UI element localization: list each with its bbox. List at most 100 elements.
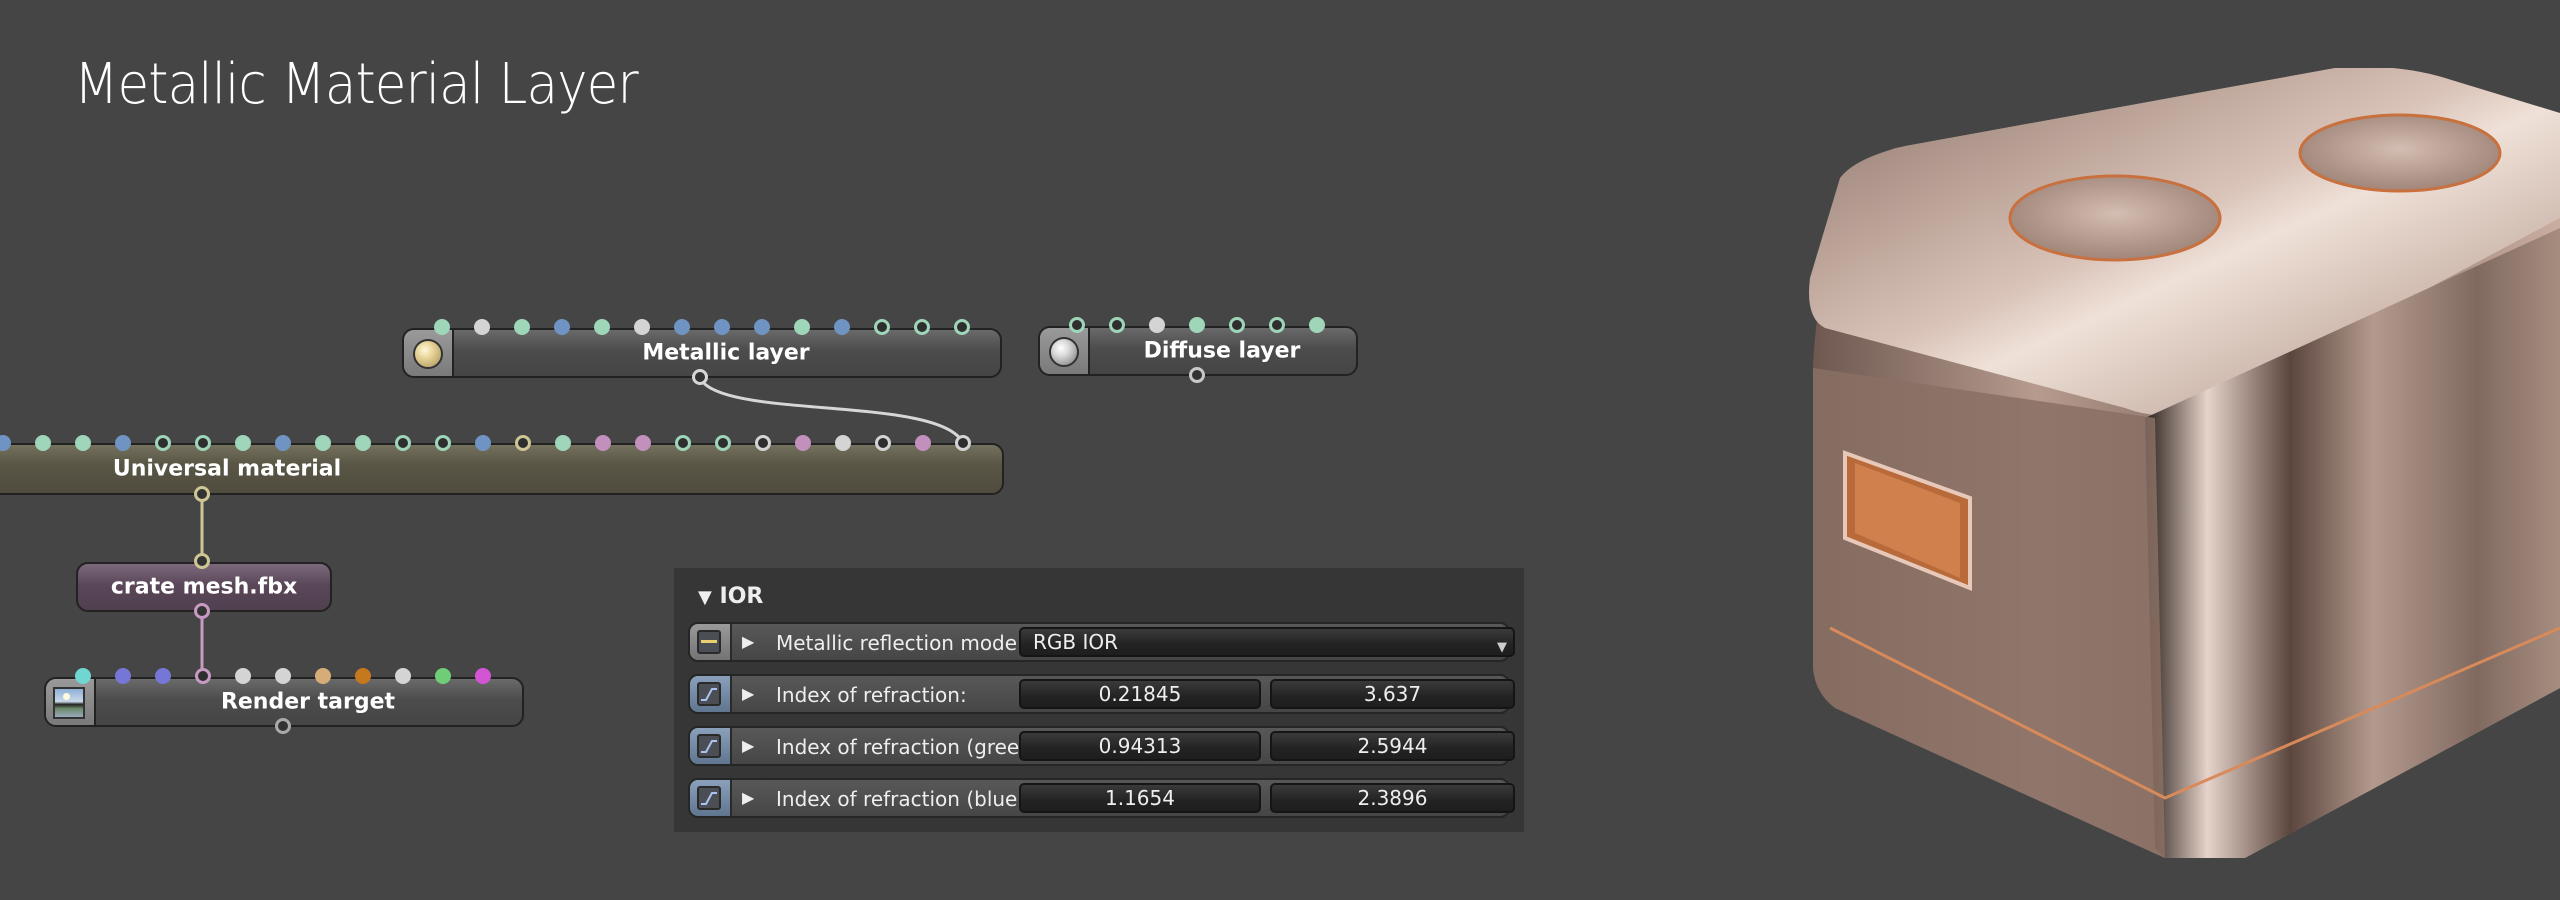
- input-pin[interactable]: [515, 435, 531, 451]
- input-pin[interactable]: [635, 435, 651, 451]
- input-pin[interactable]: [875, 435, 891, 451]
- attribute-row-ior: ▶ Index of refraction: 0.21845 3.637: [688, 674, 1515, 714]
- input-pin[interactable]: [315, 668, 331, 684]
- input-pin[interactable]: [475, 435, 491, 451]
- input-pin[interactable]: [1309, 317, 1325, 333]
- input-pin[interactable]: [195, 435, 211, 451]
- crate-mesh-output-pin[interactable]: [194, 603, 210, 619]
- input-pin[interactable]: [475, 668, 491, 684]
- section-title: IOR: [719, 584, 764, 609]
- attribute-row-reflection-mode: ▶ Metallic reflection mode: RGB IOR ▼: [688, 622, 1515, 662]
- input-pin[interactable]: [75, 668, 91, 684]
- input-pin[interactable]: [235, 668, 251, 684]
- expand-arrow-icon[interactable]: ▶: [742, 788, 754, 807]
- input-pin[interactable]: [714, 319, 730, 335]
- row-icon-cell[interactable]: [690, 624, 732, 660]
- universal-material-node[interactable]: Universal material: [0, 443, 1004, 495]
- universal-material-output-pin[interactable]: [194, 486, 210, 502]
- input-pin[interactable]: [1069, 317, 1085, 333]
- dropdown-arrow-icon: ▼: [1497, 640, 1507, 655]
- input-pin[interactable]: [835, 435, 851, 451]
- input-pin[interactable]: [754, 319, 770, 335]
- node-label: crate mesh.fbx: [110, 574, 298, 600]
- input-pin[interactable]: [395, 668, 411, 684]
- curve-icon: [697, 734, 721, 758]
- input-pin[interactable]: [474, 319, 490, 335]
- ior-blue-value-field-2[interactable]: 2.3896: [1270, 783, 1515, 813]
- input-pin[interactable]: [1229, 317, 1245, 333]
- input-pin[interactable]: [594, 319, 610, 335]
- input-pin[interactable]: [834, 319, 850, 335]
- input-pin[interactable]: [315, 435, 331, 451]
- node-icon-cell: [404, 330, 454, 376]
- reflection-mode-dropdown[interactable]: RGB IOR ▼: [1019, 627, 1515, 657]
- input-pin[interactable]: [1109, 317, 1125, 333]
- node-label: Render target: [220, 689, 396, 715]
- input-pin[interactable]: [434, 319, 450, 335]
- input-pin[interactable]: [794, 319, 810, 335]
- row-icon-cell[interactable]: [690, 728, 732, 764]
- input-pin[interactable]: [435, 668, 451, 684]
- ior-value-field-2[interactable]: 3.637: [1270, 679, 1515, 709]
- ior-value-field-1[interactable]: 0.21845: [1019, 679, 1261, 709]
- input-pin[interactable]: [395, 435, 411, 451]
- input-pin[interactable]: [1269, 317, 1285, 333]
- input-pin[interactable]: [1189, 317, 1205, 333]
- input-pin[interactable]: [955, 435, 971, 451]
- collapse-arrow-icon: ▼: [698, 587, 712, 608]
- input-pin[interactable]: [1149, 317, 1165, 333]
- input-pin[interactable]: [675, 435, 691, 451]
- input-pin[interactable]: [874, 319, 890, 335]
- wire-metallic-to-universal: [698, 377, 965, 444]
- attribute-row-ior-blue: ▶ Index of refraction (blue): 1.1654 2.3…: [688, 778, 1515, 818]
- render-preview-copper-crate: [1809, 68, 2560, 858]
- ior-panel: ▼ IOR ▶ Metallic reflection mode: RGB IO…: [674, 568, 1524, 832]
- input-pin[interactable]: [75, 435, 91, 451]
- node-label: Diffuse layer: [1143, 338, 1301, 364]
- input-pin[interactable]: [275, 668, 291, 684]
- row-label: Metallic reflection mode:: [776, 631, 1024, 655]
- input-pin[interactable]: [554, 319, 570, 335]
- row-icon-cell[interactable]: [690, 676, 732, 712]
- input-pin[interactable]: [155, 435, 171, 451]
- page-title: Metallic Material Layer: [74, 52, 639, 117]
- input-pin[interactable]: [954, 319, 970, 335]
- expand-arrow-icon[interactable]: ▶: [742, 632, 754, 651]
- crate-mesh-input-pin[interactable]: [194, 553, 210, 569]
- node-icon-cell: [1040, 328, 1090, 374]
- ior-section-header[interactable]: ▼ IOR: [698, 584, 763, 609]
- render-target-output-pin[interactable]: [275, 718, 291, 734]
- gold-sphere-icon: [413, 339, 443, 369]
- input-pin[interactable]: [355, 668, 371, 684]
- expand-arrow-icon[interactable]: ▶: [742, 736, 754, 755]
- input-pin[interactable]: [195, 668, 211, 684]
- ior-green-value-field-2[interactable]: 2.5944: [1270, 731, 1515, 761]
- input-pin[interactable]: [155, 668, 171, 684]
- input-pin[interactable]: [634, 319, 650, 335]
- input-pin[interactable]: [435, 435, 451, 451]
- diffuse-layer-output-pin[interactable]: [1189, 367, 1205, 383]
- ior-blue-value-field-1[interactable]: 1.1654: [1019, 783, 1261, 813]
- input-pin[interactable]: [275, 435, 291, 451]
- input-pin[interactable]: [914, 319, 930, 335]
- row-label: Index of refraction:: [776, 683, 967, 707]
- input-pin[interactable]: [555, 435, 571, 451]
- node-icon-cell: [46, 679, 96, 725]
- input-pin[interactable]: [674, 319, 690, 335]
- input-pin[interactable]: [514, 319, 530, 335]
- row-icon-cell[interactable]: [690, 780, 732, 816]
- input-pin[interactable]: [35, 435, 51, 451]
- input-pin[interactable]: [755, 435, 771, 451]
- input-pin[interactable]: [915, 435, 931, 451]
- ior-green-value-field-1[interactable]: 0.94313: [1019, 731, 1261, 761]
- input-pin[interactable]: [715, 435, 731, 451]
- input-pin[interactable]: [795, 435, 811, 451]
- input-pin[interactable]: [235, 435, 251, 451]
- metallic-layer-output-pin[interactable]: [692, 369, 708, 385]
- input-pin[interactable]: [115, 435, 131, 451]
- attribute-row-ior-green: ▶ Index of refraction (green): 0.94313 2…: [688, 726, 1515, 766]
- input-pin[interactable]: [595, 435, 611, 451]
- expand-arrow-icon[interactable]: ▶: [742, 684, 754, 703]
- input-pin[interactable]: [355, 435, 371, 451]
- input-pin[interactable]: [115, 668, 131, 684]
